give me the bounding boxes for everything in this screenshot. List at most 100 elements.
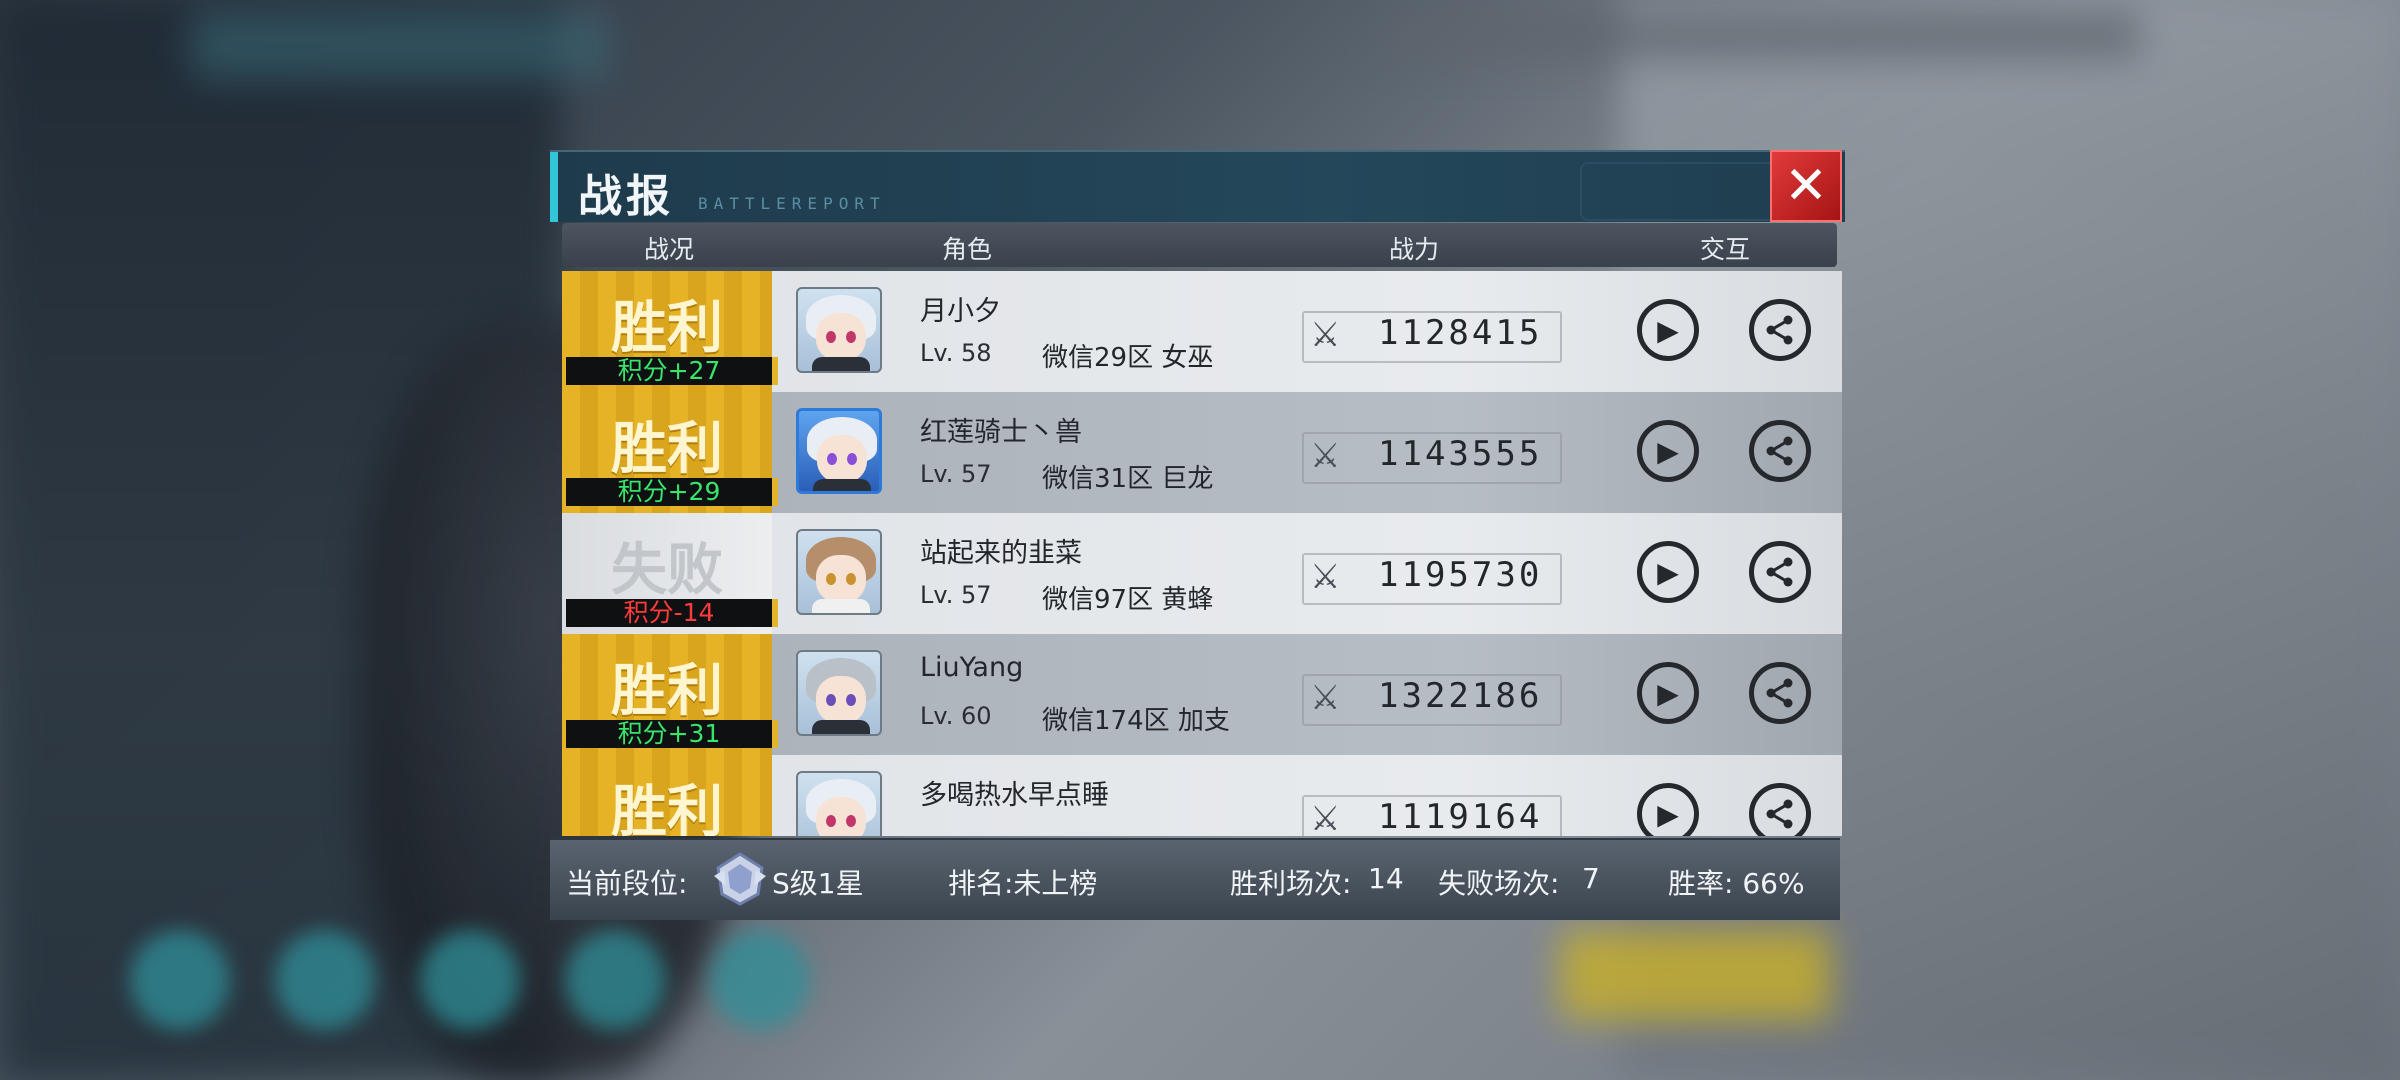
power-value: 1119164 xyxy=(1378,797,1543,836)
result-label: 胜利 xyxy=(611,659,723,724)
power-icon: ⚔ xyxy=(1310,436,1341,476)
battle-row: 胜利 多喝热水早点睡 ⚔ 1119164 ▶ xyxy=(562,755,1842,836)
play-icon: ▶ xyxy=(1657,434,1679,468)
player-name: 多喝热水早点睡 xyxy=(920,780,1109,811)
background-menu-button xyxy=(420,930,520,1030)
player-level: Lv. 58 xyxy=(920,339,992,367)
dialog-subtitle: BATTLEREPORT xyxy=(698,194,886,213)
power-box: ⚔ 1195730 xyxy=(1302,553,1562,605)
battle-row: 胜利 积分+31 LiuYang Lv. 60 微信174区 加支 ⚔ 1322… xyxy=(562,634,1842,755)
share-button[interactable] xyxy=(1749,783,1811,836)
player-name: 月小夕 xyxy=(920,296,1001,327)
player-server: 微信31区 巨龙 xyxy=(1042,464,1214,494)
share-icon xyxy=(1766,436,1793,466)
power-value: 1143555 xyxy=(1378,434,1543,474)
player-level: Lv. 57 xyxy=(920,581,992,609)
battle-row: 胜利 积分+27 月小夕 Lv. 58 微信29区 女巫 ⚔ 1128415 ▶ xyxy=(562,271,1842,392)
losses-label: 失败场次: xyxy=(1438,867,1560,900)
play-icon: ▶ xyxy=(1657,313,1679,347)
play-icon: ▶ xyxy=(1657,797,1679,831)
player-level: Lv. 57 xyxy=(920,460,992,488)
score-change: 积分+31 xyxy=(566,720,778,748)
column-header: 战况 角色 战力 交互 xyxy=(562,223,1837,267)
background-menu-button xyxy=(130,930,230,1030)
share-icon xyxy=(1766,678,1793,708)
score-change: 积分+29 xyxy=(566,478,778,506)
result-label: 失败 xyxy=(611,538,723,603)
column-power: 战力 xyxy=(1389,235,1440,264)
share-icon xyxy=(1766,799,1793,829)
player-name: 红莲骑士丶兽 xyxy=(920,417,1082,448)
result-cell: 胜利 xyxy=(562,755,772,836)
power-value: 1322186 xyxy=(1378,676,1543,716)
player-server: 微信97区 黄蜂 xyxy=(1042,585,1214,615)
player-server: 微信174区 加支 xyxy=(1042,706,1230,736)
power-icon: ⚔ xyxy=(1310,678,1341,718)
score-change: 积分-14 xyxy=(566,599,778,627)
background-match-button xyxy=(1560,930,1830,1020)
player-avatar[interactable] xyxy=(796,408,882,494)
player-level: Lv. 60 xyxy=(920,702,992,730)
player-avatar[interactable] xyxy=(796,287,882,373)
header-accent-bar xyxy=(550,152,558,222)
player-avatar[interactable] xyxy=(796,529,882,615)
player-avatar[interactable] xyxy=(796,650,882,736)
column-status: 战况 xyxy=(644,235,695,264)
battle-row: 失败 积分-14 站起来的韭菜 Lv. 57 微信97区 黄蜂 ⚔ 119573… xyxy=(562,513,1842,634)
close-button[interactable]: ✕ xyxy=(1770,150,1842,222)
dialog-title: 战报 xyxy=(578,171,674,222)
background-menu-button xyxy=(275,930,375,1030)
score-change: 积分+27 xyxy=(566,357,778,385)
power-box: ⚔ 1128415 xyxy=(1302,311,1562,363)
power-value: 1128415 xyxy=(1378,313,1543,353)
result-label: 胜利 xyxy=(611,296,723,361)
player-server: 微信29区 女巫 xyxy=(1042,343,1214,373)
dialog-header: 战报 BATTLEREPORT xyxy=(550,150,1845,222)
losses-value: 7 xyxy=(1582,862,1600,895)
background-menu-button xyxy=(565,930,665,1030)
replay-button[interactable]: ▶ xyxy=(1637,783,1699,836)
battle-row: 胜利 积分+29 红莲骑士丶兽 Lv. 57 微信31区 巨龙 ⚔ 114355… xyxy=(562,392,1842,513)
power-value: 1195730 xyxy=(1378,555,1543,595)
background-menu-button xyxy=(710,930,810,1030)
share-button[interactable] xyxy=(1749,299,1811,361)
result-cell: 失败 积分-14 xyxy=(562,513,778,634)
power-icon: ⚔ xyxy=(1310,557,1341,597)
result-cell: 胜利 积分+27 xyxy=(562,271,778,392)
wins-value: 14 xyxy=(1368,862,1404,895)
battle-list[interactable]: 胜利 积分+27 月小夕 Lv. 58 微信29区 女巫 ⚔ 1128415 ▶… xyxy=(562,271,1842,836)
replay-button[interactable]: ▶ xyxy=(1637,541,1699,603)
replay-button[interactable]: ▶ xyxy=(1637,662,1699,724)
background-resource-bar xyxy=(1380,10,2140,60)
close-icon: ✕ xyxy=(1784,156,1828,216)
rank-label: 当前段位: xyxy=(566,867,688,900)
player-avatar[interactable] xyxy=(796,771,882,836)
share-button[interactable] xyxy=(1749,541,1811,603)
share-button[interactable] xyxy=(1749,420,1811,482)
share-button[interactable] xyxy=(1749,662,1811,724)
column-interact: 交互 xyxy=(1700,235,1751,264)
summary-footer: 当前段位: S级1星 排名:未上榜 胜利场次: 14 失败场次: 7 胜率: 6… xyxy=(550,838,1840,920)
ranking-text: 排名:未上榜 xyxy=(948,867,1098,900)
result-label: 胜利 xyxy=(611,780,723,836)
replay-button[interactable]: ▶ xyxy=(1637,420,1699,482)
rank-value: S级1星 xyxy=(772,867,864,900)
battle-report-dialog: 战报 BATTLEREPORT ✕ 战况 角色 战力 交互 胜利 积分+27 月… xyxy=(550,150,1845,925)
replay-button[interactable]: ▶ xyxy=(1637,299,1699,361)
power-box: ⚔ 1322186 xyxy=(1302,674,1562,726)
power-icon: ⚔ xyxy=(1310,799,1341,836)
result-label: 胜利 xyxy=(611,417,723,482)
power-icon: ⚔ xyxy=(1310,315,1341,355)
result-cell: 胜利 积分+31 xyxy=(562,634,778,755)
power-box: ⚔ 1143555 xyxy=(1302,432,1562,484)
play-icon: ▶ xyxy=(1657,676,1679,710)
player-name: LiuYang xyxy=(920,652,1024,683)
power-box: ⚔ 1119164 xyxy=(1302,795,1562,836)
column-role: 角色 xyxy=(942,235,993,264)
win-rate: 胜率: 66% xyxy=(1668,867,1805,900)
result-cell: 胜利 积分+29 xyxy=(562,392,778,513)
background-back-button xyxy=(190,10,610,80)
play-icon: ▶ xyxy=(1657,555,1679,589)
wins-label: 胜利场次: xyxy=(1230,867,1352,900)
share-icon xyxy=(1766,557,1793,587)
